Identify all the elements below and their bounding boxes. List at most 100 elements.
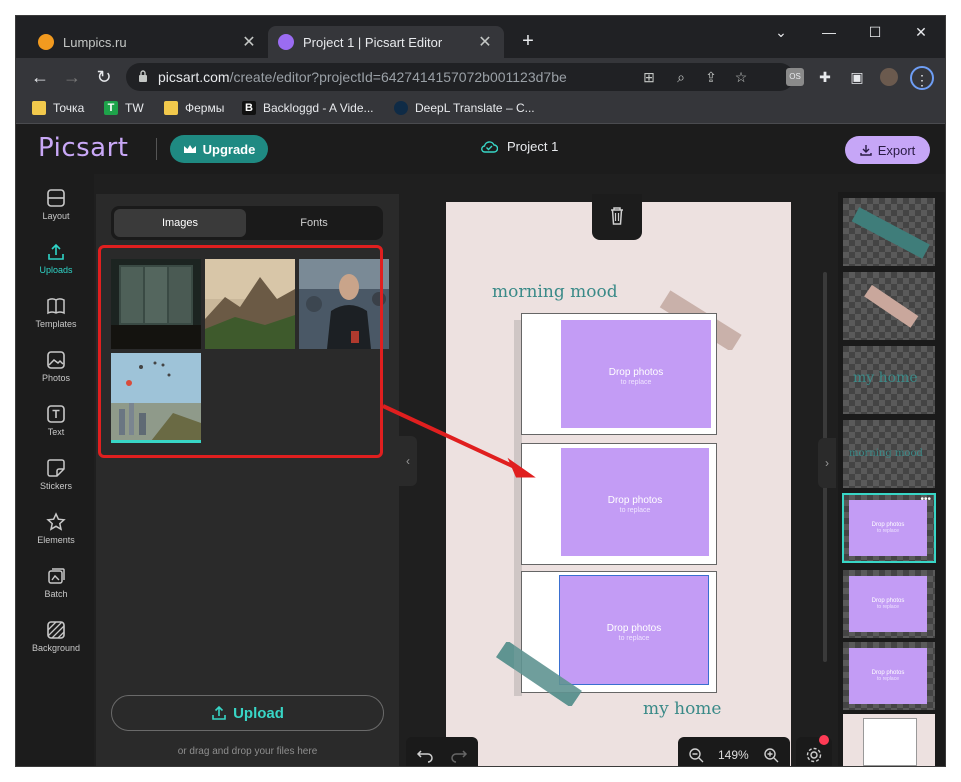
new-tab-button[interactable]: + — [516, 30, 540, 52]
rail-label: Photos — [41, 373, 71, 383]
rail-uploads[interactable]: Uploads — [16, 242, 96, 292]
panel-tab-switch: Images Fonts — [111, 206, 383, 240]
placeholder-subtitle: to replace — [877, 604, 899, 610]
profile-avatar[interactable] — [880, 68, 898, 86]
tool-rail: Layout Uploads Templates Photos Text Sti… — [16, 174, 94, 766]
tab-lumpics[interactable]: Lumpics.ru ✕ — [28, 26, 268, 58]
side-panel-icon[interactable]: ▣ — [848, 68, 866, 86]
download-icon — [860, 145, 872, 156]
layer-text-morning-mood[interactable]: morning mood — [843, 420, 935, 488]
extension-os-icon[interactable]: OS — [786, 68, 804, 86]
upload-button[interactable]: Upload — [111, 695, 384, 731]
rail-label: Layout — [42, 211, 70, 221]
zoom-icon[interactable]: ⌕ — [672, 68, 690, 86]
maximize-button[interactable]: ☐ — [852, 22, 898, 42]
layer-photo-frame-2[interactable]: Drop photos to replace — [843, 570, 935, 638]
minimize-button[interactable]: — — [806, 22, 852, 42]
layer-frames-background[interactable] — [843, 714, 935, 766]
upgrade-button[interactable]: Upgrade — [170, 135, 268, 163]
gear-icon — [806, 747, 822, 763]
undo-icon[interactable] — [416, 746, 434, 764]
crown-icon — [183, 145, 196, 153]
tape-thumb — [851, 207, 930, 259]
export-button[interactable]: Export — [845, 136, 930, 164]
rail-text[interactable]: Text — [16, 404, 96, 454]
forward-arrow-icon[interactable]: → — [60, 65, 84, 89]
tab-fonts[interactable]: Fonts — [248, 209, 380, 237]
url-text: picsart.com/create/editor?projectId=6427… — [158, 69, 567, 85]
trash-icon — [611, 207, 623, 225]
placeholder-subtitle: to replace — [618, 635, 650, 642]
book-icon — [47, 298, 65, 315]
placeholder-subtitle: to replace — [619, 507, 651, 514]
placeholder-subtitle: to replace — [877, 528, 899, 534]
translate-icon[interactable]: ⊞ — [640, 68, 658, 86]
layer-frame-preview — [863, 718, 917, 766]
bookmark-deepl[interactable]: DeepL Translate – C... — [394, 101, 535, 115]
url-host: picsart.com — [158, 69, 230, 85]
bookmark-tw[interactable]: T TW — [104, 101, 144, 115]
upgrade-label: Upgrade — [202, 141, 256, 157]
bookmark-label: Backloggd - A Vide... — [263, 101, 374, 115]
layer-text-my-home[interactable]: my home — [843, 346, 935, 414]
reload-icon[interactable]: ↻ — [92, 65, 116, 89]
tab-images[interactable]: Images — [114, 209, 246, 237]
tab-title: Project 1 | Picsart Editor — [303, 34, 443, 50]
project-title[interactable]: Project 1 — [480, 139, 558, 154]
picsart-logo[interactable]: Picsart — [38, 133, 129, 163]
extensions-puzzle-icon[interactable]: ✚ — [816, 68, 834, 86]
zoom-out-icon[interactable] — [688, 747, 704, 763]
rail-templates[interactable]: Templates — [16, 296, 96, 346]
layer-photo-frame-3[interactable]: Drop photos to replace — [843, 642, 935, 710]
rail-stickers[interactable]: Stickers — [16, 458, 96, 508]
layer-photo-frame-1[interactable]: Drop photos to replace ••• — [842, 493, 936, 563]
rail-label: Batch — [44, 589, 68, 599]
rail-batch[interactable]: Batch — [16, 566, 96, 616]
collapse-layers-chevron-icon[interactable]: › — [818, 438, 836, 488]
text-my-home[interactable]: my home — [643, 699, 722, 719]
design-page[interactable]: Drop photos to replace Drop photos to re… — [446, 202, 791, 766]
bookmark-fermy[interactable]: Фермы — [164, 101, 224, 115]
rail-label: Stickers — [39, 481, 72, 491]
share-icon[interactable]: ⇪ — [702, 68, 720, 86]
back-arrow-icon[interactable]: ← — [28, 65, 52, 89]
tab-close-icon[interactable]: ✕ — [476, 32, 494, 52]
rail-label: Uploads — [39, 265, 73, 275]
redo-icon[interactable] — [450, 746, 468, 764]
bookmark-tochka[interactable]: Точка — [32, 101, 84, 115]
delete-button[interactable] — [592, 194, 642, 240]
tab-picsart[interactable]: Project 1 | Picsart Editor ✕ — [268, 26, 504, 58]
tape-sticker-bottom-overlay — [496, 642, 582, 706]
address-bar[interactable]: picsart.com/create/editor?projectId=6427… — [126, 63, 794, 91]
browser-menu-icon[interactable]: ⋮ — [910, 66, 934, 90]
tab-close-icon[interactable]: ✕ — [240, 32, 258, 52]
layer-more-icon[interactable]: ••• — [920, 494, 931, 505]
rail-elements[interactable]: Elements — [16, 512, 96, 562]
bookmark-label: DeepL Translate – C... — [415, 101, 535, 115]
rail-layout[interactable]: Layout — [16, 188, 96, 238]
tab-search-chevron-icon[interactable]: ⌄ — [758, 22, 804, 42]
batch-icon — [48, 568, 65, 584]
highlight-box — [98, 245, 383, 458]
zoom-level[interactable]: 149% — [718, 748, 749, 762]
close-window-button[interactable]: ✕ — [898, 22, 944, 42]
picsart-favicon-icon — [278, 34, 294, 50]
bookmark-star-icon[interactable]: ☆ — [732, 68, 750, 86]
text-icon — [47, 405, 65, 423]
drag-drop-hint: or drag and drop your files here — [177, 746, 318, 757]
bookmark-backloggd[interactable]: B Backloggd - A Vide... — [242, 101, 374, 115]
folder-icon — [164, 101, 178, 115]
photo-placeholder-1[interactable]: Drop photos to replace — [561, 320, 711, 428]
layer-text-preview: my home — [853, 370, 918, 386]
zoom-in-icon[interactable] — [763, 747, 779, 763]
text-morning-mood[interactable]: morning mood — [492, 282, 618, 302]
rail-photos[interactable]: Photos — [16, 350, 96, 400]
layer-tape-teal[interactable] — [843, 198, 935, 266]
layer-tape-beige[interactable] — [843, 272, 935, 340]
rail-background[interactable]: Background — [16, 620, 96, 670]
lock-icon — [139, 70, 147, 82]
placeholder-title: Drop photos — [607, 495, 663, 506]
rail-label: Elements — [37, 535, 75, 545]
photo-placeholder-2[interactable]: Drop photos to replace — [561, 448, 709, 556]
sticker-icon — [47, 459, 65, 477]
